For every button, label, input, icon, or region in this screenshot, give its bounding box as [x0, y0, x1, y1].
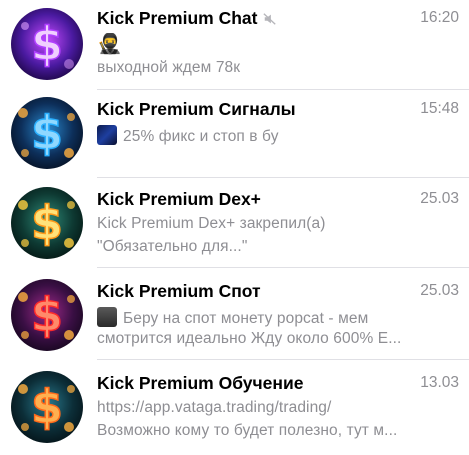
avatar: $ — [11, 97, 83, 169]
svg-text:$: $ — [31, 288, 63, 342]
dollar-sign-icon: $ — [11, 279, 83, 351]
avatar: $ — [11, 371, 83, 443]
chat-item-kick-premium-signals[interactable]: $ Kick Premium Сигналы 15:48 25% фикс и … — [0, 88, 469, 178]
dollar-sign-icon: $ — [11, 8, 83, 80]
divider — [97, 267, 469, 268]
chat-time: 16:20 — [420, 9, 459, 26]
dollar-sign-icon: $ — [11, 97, 83, 169]
chat-title: Kick Premium Спот — [97, 281, 261, 301]
chat-title: Kick Premium Сигналы — [97, 99, 296, 119]
chat-time: 25.03 — [420, 190, 459, 207]
last-message-line1: Kick Premium Dex+ закрепил(а) — [97, 215, 326, 232]
svg-text:$: $ — [31, 17, 63, 71]
chat-title: Kick Premium Dex+ — [97, 189, 261, 209]
chat-item-kick-premium-chat[interactable]: $ Kick Premium Chat 16:20 🥷 выходной жде… — [0, 0, 469, 90]
chat-title: Kick Premium Обучение — [97, 373, 304, 393]
muted-speaker-icon — [263, 12, 277, 25]
chat-time: 13.03 — [420, 374, 459, 391]
last-message-line2: "Обязательно для..." — [97, 238, 248, 255]
avatar: $ — [11, 8, 83, 80]
chat-list: $ Kick Premium Chat 16:20 🥷 выходной жде… — [0, 0, 469, 455]
media-thumbnail — [97, 307, 117, 327]
chat-title: Kick Premium Chat — [97, 8, 277, 29]
chat-time: 25.03 — [420, 282, 459, 299]
last-message-text: выходной ждем 78к — [97, 59, 241, 76]
last-message-line2: смотрится идеально Жду около 600% E... — [97, 330, 402, 347]
chat-item-kick-premium-education[interactable]: $ Kick Premium Обучение 13.03 https://ap… — [0, 362, 469, 452]
media-thumbnail — [97, 125, 117, 145]
last-message-line1: Беру на спот монету popcat - мем — [97, 307, 459, 328]
avatar: $ — [11, 279, 83, 351]
svg-text:$: $ — [31, 196, 63, 250]
last-message-line2: Возможно кому то будет полезно, тут м... — [97, 422, 398, 439]
last-message-text: 25% фикс и стоп в бу — [97, 125, 459, 146]
dollar-sign-icon: $ — [11, 371, 83, 443]
chat-item-kick-premium-spot[interactable]: $ Kick Premium Спот 25.03 Беру на спот м… — [0, 270, 469, 360]
svg-text:$: $ — [31, 106, 63, 160]
avatar: $ — [11, 187, 83, 259]
dollar-sign-icon: $ — [11, 187, 83, 259]
svg-text:$: $ — [31, 380, 63, 434]
last-message-line1: https://app.vataga.trading/trading/ — [97, 399, 332, 416]
last-message-emoji: 🥷 — [97, 33, 123, 55]
chat-item-kick-premium-dex[interactable]: $ Kick Premium Dex+ 25.03 Kick Premium D… — [0, 178, 469, 268]
divider — [97, 359, 469, 360]
chat-time: 15:48 — [420, 100, 459, 117]
